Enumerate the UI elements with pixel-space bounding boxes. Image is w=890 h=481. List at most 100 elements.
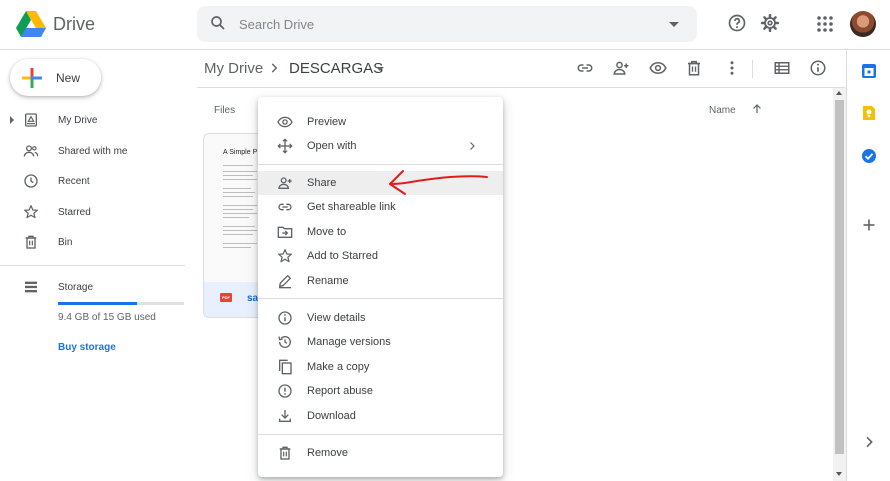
vertical-scrollbar[interactable] [833, 88, 846, 481]
drive-logo-icon[interactable] [16, 11, 46, 37]
menu-item-manage-versions[interactable]: Manage versions [258, 330, 503, 354]
tasks-icon[interactable] [861, 148, 877, 164]
toolbar-divider [752, 60, 753, 78]
buy-storage-link[interactable]: Buy storage [58, 342, 116, 353]
folder-menu-caret-icon[interactable] [376, 67, 384, 71]
menu-item-label: Share [307, 177, 337, 189]
menu-item-preview[interactable]: Preview [258, 110, 503, 134]
clock-icon [23, 173, 39, 189]
menu-item-remove[interactable]: Remove [258, 441, 503, 465]
menu-item-open-with[interactable]: Open with [258, 134, 503, 158]
menu-item-move-to[interactable]: Move to [258, 220, 503, 244]
add-person-icon [277, 175, 293, 191]
menu-item-report-abuse[interactable]: Report abuse [258, 379, 503, 403]
add-addon-plus-icon[interactable] [861, 217, 877, 233]
document-line [223, 165, 253, 166]
sidebar-item-my-drive[interactable]: My Drive [0, 107, 185, 135]
history-icon [277, 334, 293, 350]
link-icon [277, 199, 293, 215]
star-icon [23, 204, 39, 220]
scroll-up-arrow-icon[interactable] [836, 91, 842, 95]
menu-item-download[interactable]: Download [258, 404, 503, 428]
expand-panel-chevron-icon[interactable] [861, 434, 877, 450]
storage-label: Storage [58, 282, 94, 293]
document-line [223, 171, 257, 172]
menu-item-view-details[interactable]: View details [258, 306, 503, 330]
expand-arrow-icon[interactable] [10, 116, 14, 124]
breadcrumb-current-folder[interactable]: DESCARGAS [289, 60, 383, 77]
sidebar-item-bin[interactable]: Bin [0, 229, 185, 257]
search-options-icon[interactable] [669, 22, 679, 27]
account-avatar[interactable] [850, 11, 876, 37]
menu-item-label: Manage versions [307, 336, 391, 348]
menu-item-rename[interactable]: Rename [258, 269, 503, 293]
link-icon[interactable] [576, 59, 594, 77]
trash-icon [277, 445, 293, 461]
folder-move-icon [277, 224, 293, 240]
list-view-icon[interactable] [773, 59, 791, 77]
settings-gear-icon[interactable] [760, 13, 780, 33]
file-name[interactable]: sa [247, 293, 258, 304]
copy-icon [277, 359, 293, 375]
document-line [223, 209, 253, 210]
new-button[interactable]: New [10, 59, 101, 96]
calendar-icon[interactable] [861, 63, 877, 79]
document-line [223, 226, 255, 227]
scrollbar-thumb[interactable] [835, 100, 844, 454]
sidebar-item-starred[interactable]: Starred [0, 199, 185, 227]
more-vertical-icon[interactable] [723, 59, 741, 77]
menu-item-label: Report abuse [307, 385, 374, 397]
file-thumbnail-title: A Simple P [223, 149, 258, 156]
help-icon[interactable] [727, 13, 747, 33]
file-card[interactable]: A Simple P PDF sa [203, 133, 263, 318]
file-thumbnail: A Simple P [204, 134, 263, 282]
menu-item-label: Download [307, 410, 356, 422]
scroll-down-arrow-icon[interactable] [836, 472, 842, 476]
trash-icon[interactable] [685, 59, 703, 77]
add-person-icon[interactable] [612, 59, 630, 77]
shared-people-icon [23, 143, 39, 159]
search-icon[interactable] [209, 14, 227, 32]
menu-item-make-a-copy[interactable]: Make a copy [258, 355, 503, 379]
document-line [223, 213, 257, 214]
search-bar[interactable] [197, 6, 697, 42]
menu-item-label: Get shareable link [307, 201, 396, 213]
pencil-icon [277, 273, 293, 289]
file-footer[interactable]: PDF sa [204, 282, 263, 317]
storage-usage-bar [58, 302, 184, 305]
storage-icon [23, 279, 39, 295]
search-input[interactable] [239, 6, 639, 42]
document-line [223, 234, 253, 235]
document-line [223, 188, 251, 189]
top-bar: Drive [0, 0, 890, 50]
sort-by-name-button[interactable]: Name [709, 105, 736, 116]
menu-item-label: Rename [307, 275, 349, 287]
app-name[interactable]: Drive [53, 14, 95, 35]
sidebar-item-label: Shared with me [58, 146, 128, 157]
my-drive-icon [23, 112, 39, 128]
sidebar-item-storage[interactable]: Storage [0, 274, 185, 302]
menu-item-label: Add to Starred [307, 250, 378, 262]
breadcrumb-my-drive[interactable]: My Drive [204, 60, 263, 77]
document-line [223, 179, 257, 180]
sidebar-divider [0, 265, 185, 266]
keep-notes-icon[interactable] [861, 105, 877, 121]
trash-icon [23, 234, 39, 250]
eye-icon [277, 114, 293, 130]
document-line [223, 196, 253, 197]
pdf-file-icon: PDF [220, 293, 232, 302]
menu-divider [258, 434, 503, 435]
menu-divider [258, 164, 503, 165]
sidebar-item-shared-with-me[interactable]: Shared with me [0, 138, 185, 166]
sidebar-item-label: Bin [58, 237, 73, 248]
menu-item-add-to-starred[interactable]: Add to Starred [258, 244, 503, 268]
document-line [223, 192, 255, 193]
info-icon[interactable] [809, 59, 827, 77]
apps-grid-icon[interactable] [816, 15, 834, 33]
toolbar-divider-line [197, 87, 845, 88]
document-line [223, 230, 257, 231]
menu-item-label: Make a copy [307, 361, 370, 373]
eye-preview-icon[interactable] [649, 59, 667, 77]
arrow-up-icon[interactable] [751, 103, 763, 115]
sidebar-item-recent[interactable]: Recent [0, 168, 185, 196]
